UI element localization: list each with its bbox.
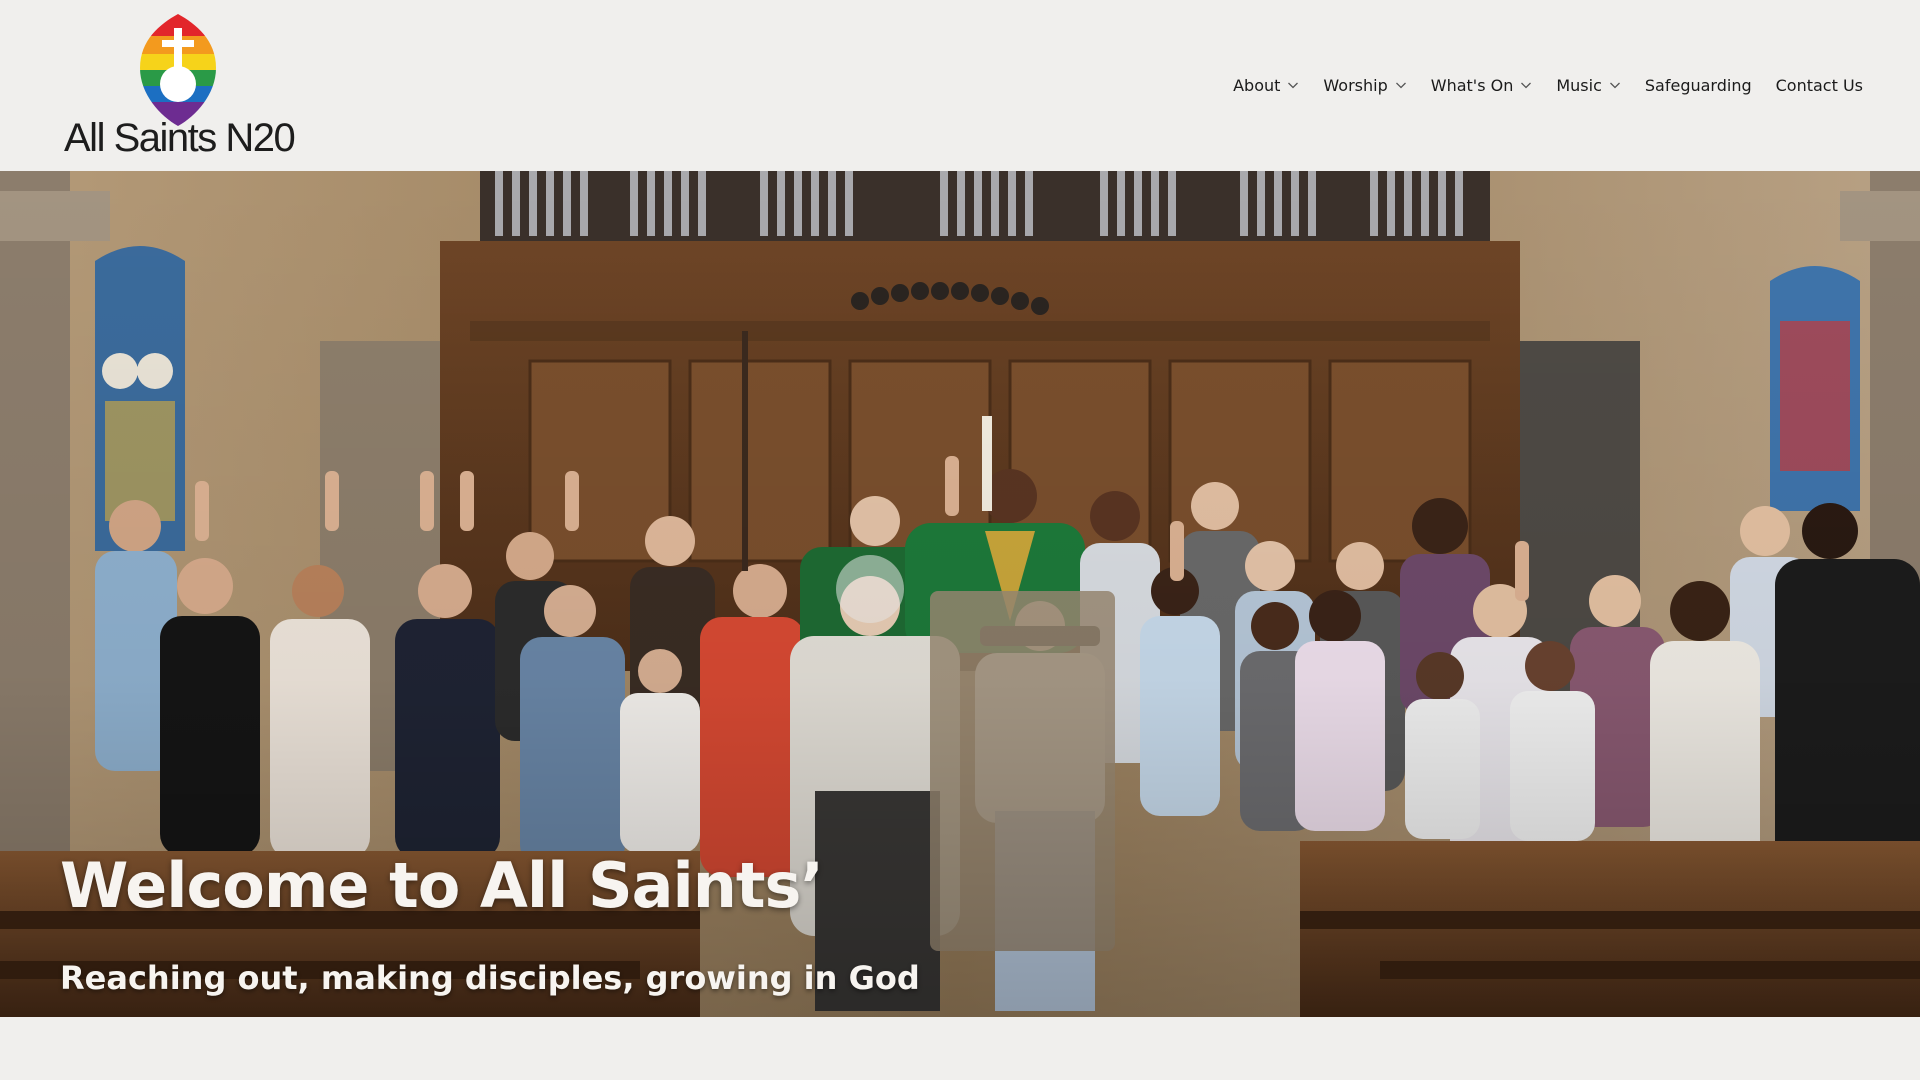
nav-item-label: Worship <box>1323 75 1388 95</box>
nav-item-whats-on[interactable]: What's On <box>1431 76 1533 95</box>
chevron-down-icon <box>1521 82 1532 89</box>
nav-item-label: What's On <box>1430 75 1514 95</box>
nav-item-about[interactable]: About <box>1233 76 1299 95</box>
nav-item-label: Music <box>1556 75 1602 95</box>
logo-text: All Saints N20 <box>64 116 296 160</box>
site-logo[interactable]: All Saints N20 <box>64 12 296 160</box>
site-header: All Saints N20 About Worship What's On M… <box>0 0 1920 171</box>
page-footer-band <box>0 1017 1920 1080</box>
nav-item-music[interactable]: Music <box>1556 76 1621 95</box>
main-nav: About Worship What's On Music Safeguardi… <box>1209 70 1863 100</box>
nav-item-label: About <box>1233 75 1281 95</box>
rainbow-shield-cross-logo-icon <box>140 14 216 126</box>
chevron-down-icon <box>1288 82 1299 89</box>
nav-item-safeguarding[interactable]: Safeguarding <box>1645 76 1752 95</box>
nav-item-label: Safeguarding <box>1644 75 1752 95</box>
nav-item-contact-us[interactable]: Contact Us <box>1776 76 1863 95</box>
nav-item-worship[interactable]: Worship <box>1323 76 1406 95</box>
hero-subtitle: Reaching out, making disciples, growing … <box>60 959 920 997</box>
nav-item-label: Contact Us <box>1775 75 1863 95</box>
hero-banner: Welcome to All Saints’ Reaching out, mak… <box>0 171 1920 1017</box>
hero-title: Welcome to All Saints’ <box>60 849 824 922</box>
chevron-down-icon <box>1609 82 1620 89</box>
chevron-down-icon <box>1395 82 1406 89</box>
